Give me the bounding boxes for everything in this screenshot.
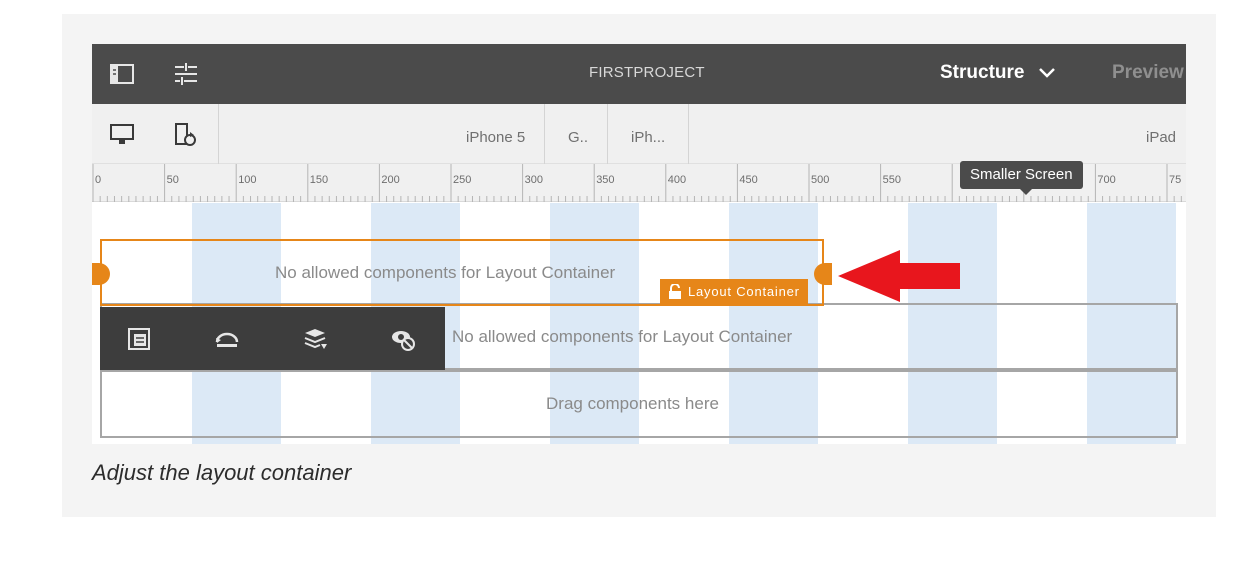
device-ipad[interactable]: iPad [1146,129,1176,146]
properties-icon[interactable] [174,62,198,86]
device-g[interactable]: G.. [568,129,588,146]
layout-container-tag-label: Layout Container [688,284,800,299]
ruler-tick-label: 200 [381,174,399,186]
container-placeholder-text: No allowed components for Layout Contain… [275,263,616,282]
ruler-tick-label: 550 [883,174,901,186]
resize-handle-left[interactable] [92,263,110,285]
unlock-icon [669,283,681,299]
top-toolbar: FIRSTPROJECT Structure Preview [92,44,1186,104]
drop-zone-text: Drag components here [546,394,719,413]
ruler-tick-label: 150 [310,174,328,186]
container-placeholder-text: No allowed components for Layout Contain… [452,327,793,346]
chevron-down-icon[interactable] [1038,66,1056,80]
ruler-tick-label: 250 [453,174,471,186]
ruler-tick-label: 300 [525,174,543,186]
group-layers-icon[interactable] [302,326,328,352]
project-title: FIRSTPROJECT [589,64,705,81]
drop-zone[interactable]: Drag components here [100,370,1178,438]
ruler-tick-label: 500 [811,174,829,186]
ruler-tick-label: 0 [95,174,101,186]
ruler-tick-label: 700 [1097,174,1115,186]
preview-button[interactable]: Preview [1112,62,1184,84]
side-panel-icon[interactable] [110,62,134,86]
device-divider [688,104,689,164]
ruler-tick-label: 75 [1169,174,1181,186]
emulator-divider [218,104,219,164]
device-divider [607,104,608,164]
desktop-icon[interactable] [110,122,134,148]
ruler-tick-label: 450 [739,174,757,186]
layout-grid: No allowed components for Layout Contain… [92,203,1186,444]
hide-component-icon[interactable] [390,326,416,352]
ruler-tick-label: 100 [238,174,256,186]
device-iphone5[interactable]: iPhone 5 [466,129,525,146]
resize-handle-right[interactable] [814,263,832,285]
mode-selector-label[interactable]: Structure [940,62,1024,84]
layout-container-tag[interactable]: Layout Container [660,279,808,305]
red-arrow-annotation [838,250,960,302]
component-edit-toolbar [100,307,445,370]
emulator-bar: iPhone 5 G.. iPh... iPad [92,104,1186,164]
device-iph[interactable]: iPh... [631,129,665,146]
rotate-device-icon[interactable] [174,122,198,148]
figure-caption: Adjust the layout container [92,460,352,485]
editor-screenshot: FIRSTPROJECT Structure Preview iPhone 5 … [92,44,1186,444]
ruler-tick-label: 50 [167,174,179,186]
layout-mode-icon[interactable] [214,326,240,352]
device-divider [544,104,545,164]
ruler-tick-label: 400 [668,174,686,186]
parent-icon[interactable] [126,326,152,352]
ruler-tick-label: 350 [596,174,614,186]
smaller-screen-tooltip: Smaller Screen [960,161,1083,195]
